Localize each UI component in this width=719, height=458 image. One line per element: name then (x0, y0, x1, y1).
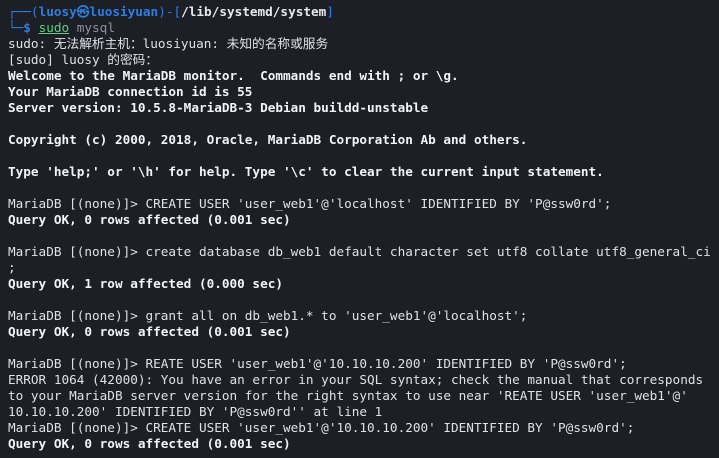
prompt-path: /lib/systemd/system (181, 4, 327, 19)
terminal-output-line: MariaDB [(none)]> CREATE USER 'user_web1… (8, 196, 612, 211)
terminal-output-line: Welcome to the MariaDB monitor. Commands… (8, 68, 459, 83)
prompt-corner-bottom: └─ (8, 20, 24, 35)
prompt-line-top: ┌──(luosy㉿luosiyuan)-[/lib/systemd/syste… (8, 4, 719, 20)
terminal-output-line: to your MariaDB server version for the r… (8, 388, 688, 403)
terminal-output-line: MariaDB [(none)]> CREATE USER 'user_web1… (8, 420, 635, 435)
terminal-output-line: ; (8, 260, 16, 275)
terminal-output-line: Query OK, 0 rows affected (0.001 sec) (8, 212, 291, 227)
prompt-username: luosy (38, 4, 77, 19)
terminal-output-line: ERROR 1064 (42000): You have an error in… (8, 372, 704, 387)
command-name: sudo (38, 20, 70, 35)
terminal-output: sudo: 无法解析主机：luosiyuan: 未知的名称或服务 [sudo] l… (8, 36, 719, 452)
terminal-output-line: Your MariaDB connection id is 55 (8, 84, 253, 99)
prompt-line-command: └─$ sudo mysql (8, 20, 719, 36)
terminal-output-line: Query OK, 0 rows affected (0.001 sec) (8, 436, 291, 451)
terminal-output-line: Query OK, 1 row affected (0.000 sec) (8, 276, 283, 291)
prompt-bracket-mid: )-[ (158, 4, 182, 19)
terminal-output-line: sudo: 无法解析主机：luosiyuan: 未知的名称或服务 (8, 36, 329, 51)
terminal-output-line: Copyright (c) 2000, 2018, Oracle, MariaD… (8, 132, 528, 147)
terminal-output-line: MariaDB [(none)]> create database db_web… (8, 244, 711, 259)
terminal-output-line: Query OK, 0 rows affected (0.001 sec) (8, 324, 291, 339)
prompt-dollar: $ (23, 20, 31, 35)
terminal-output-line: [sudo] luosy 的密码： (8, 52, 159, 67)
terminal-output-line: 10.10.10.200' IDENTIFIED BY 'P@ssw0rd'' … (8, 404, 383, 419)
prompt-at-symbol: ㉿ (76, 4, 90, 19)
terminal-window[interactable]: ┌──(luosy㉿luosiyuan)-[/lib/systemd/syste… (0, 0, 719, 458)
prompt-hostname: luosiyuan (89, 4, 159, 19)
prompt-bracket-end: ] (326, 4, 334, 19)
terminal-output-line: Server version: 10.5.8-MariaDB-3 Debian … (8, 100, 429, 115)
terminal-output-line: Type 'help;' or '\h' for help. Type '\c'… (8, 164, 604, 179)
terminal-output-line: MariaDB [(none)]> REATE USER 'user_web1'… (8, 356, 627, 371)
terminal-output-line: MariaDB [(none)]> grant all on db_web1.*… (8, 308, 528, 323)
prompt-corner-top: ┌──( (8, 4, 39, 19)
command-argument: mysql (76, 20, 115, 35)
